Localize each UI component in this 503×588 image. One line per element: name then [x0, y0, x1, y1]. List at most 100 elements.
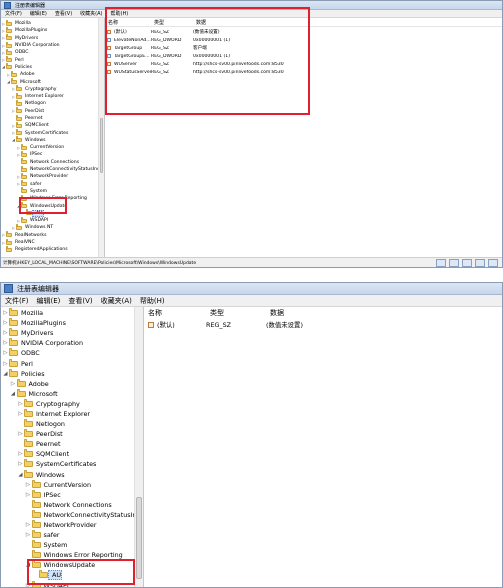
tree-node-network-connections[interactable]: Network Connections [1, 158, 104, 166]
tree-node-mydrivers[interactable]: ▷ MyDrivers [1, 328, 143, 338]
tree-node-mozillaplugins[interactable]: ▷ MozillaPlugins [1, 318, 143, 328]
column-name-header[interactable]: 名称 [144, 308, 210, 318]
value-row[interactable]: TargetGroup REG_SZ 客户端 [105, 44, 502, 52]
tree-node-microsoft[interactable]: ◢ Microsoft [1, 388, 143, 399]
expand-arrow-icon[interactable]: ▷ [2, 361, 9, 367]
column-type-header[interactable]: 类型 [154, 19, 196, 26]
tree-node-windows[interactable]: ◢ Windows [1, 469, 143, 480]
expand-arrow-icon[interactable]: ▷ [2, 350, 9, 356]
expand-arrow-icon[interactable]: ▷ [17, 431, 24, 437]
value-row[interactable]: ElevateNonAd... REG_DWORD 0x00000001 (1) [105, 36, 502, 44]
tree-node-mydrivers[interactable]: ▷ MyDrivers [1, 34, 104, 42]
tree-node-network-connections[interactable]: Network Connections [1, 499, 143, 510]
tree-node-realvnc[interactable]: ▷ RealVNC [1, 238, 104, 246]
value-row[interactable]: WUStatusServer REG_SZ http://shcs-sv00.pin… [105, 68, 502, 76]
column-data-header[interactable]: 数据 [196, 19, 346, 26]
column-data-header[interactable]: 数据 [270, 308, 420, 318]
collapse-arrow-icon[interactable]: ◢ [25, 562, 32, 568]
tree-scrollbar[interactable] [134, 307, 143, 587]
expand-arrow-icon[interactable]: ▷ [2, 330, 9, 336]
menu-help[interactable]: 帮助(H) [136, 296, 169, 306]
expand-arrow-icon[interactable]: ▷ [17, 411, 24, 417]
expand-arrow-icon[interactable]: ▷ [2, 340, 9, 346]
tree-node-windowsupdate[interactable]: ◢ WindowsUpdate [1, 560, 143, 570]
tree-node-odbc[interactable]: ▷ ODBC [1, 48, 104, 56]
value-row[interactable]: WUServer REG_SZ http://shcs-sv00.pinlivefo… [105, 60, 502, 68]
tree-scroll-thumb[interactable] [136, 497, 142, 579]
tree-node-nvidia-corporation[interactable]: ▷ NVIDIA Corporation [1, 338, 143, 348]
tree-node-windows-error-reporting[interactable]: Windows Error Reporting [1, 550, 143, 560]
tree-node-windows[interactable]: ◢ Windows [1, 136, 104, 144]
tree-node-peerdist[interactable]: ▷ PeerDist [1, 107, 104, 115]
expand-arrow-icon[interactable]: ▷ [17, 451, 24, 457]
collapse-arrow-icon[interactable]: ◢ [2, 371, 9, 377]
collapse-arrow-icon[interactable]: ◢ [10, 391, 17, 397]
expand-arrow-icon[interactable]: ▷ [25, 583, 32, 587]
value-row[interactable]: (默认) REG_SZ (数值未设置) [144, 319, 502, 330]
tree-node-netlogon[interactable]: Netlogon [1, 419, 143, 429]
menu-favorites[interactable]: 收藏夹(A) [76, 10, 106, 17]
tree-node-peerdist[interactable]: ▷ PeerDist [1, 429, 143, 439]
tree-node-ipsec[interactable]: ▷ IPSec [1, 489, 143, 500]
column-type-header[interactable]: 类型 [210, 308, 270, 318]
tree-node-windowsupdate[interactable]: ◢ WindowsUpdate [1, 202, 104, 209]
menu-view[interactable]: 查看(V) [64, 296, 96, 306]
tree-node-policies[interactable]: ◢ Policies [1, 368, 143, 379]
tree-node-currentversion[interactable]: ▷ CurrentVersion [1, 479, 143, 490]
expand-arrow-icon[interactable]: ▷ [2, 310, 9, 316]
expand-arrow-icon[interactable]: ▷ [25, 532, 32, 538]
tree-node-system[interactable]: System [1, 187, 104, 195]
tree-node-mozilla[interactable]: ▷ Mozilla [1, 308, 143, 318]
expand-arrow-icon[interactable]: ▷ [25, 482, 32, 488]
menu-view[interactable]: 查看(V) [51, 10, 76, 17]
tree-node-mozilla[interactable]: ▷ Mozilla [1, 19, 104, 27]
tree-node-wsdapi[interactable]: ▷ WSDAPI [1, 580, 143, 587]
menu-edit[interactable]: 编辑(E) [33, 296, 65, 306]
tree-node-networkprovider[interactable]: ▷ NetworkProvider [1, 520, 143, 530]
tree-node-adobe[interactable]: ▷ Adobe [1, 70, 104, 78]
tree-node-peernet[interactable]: Peernet [1, 439, 143, 449]
tree-node-mozillaplugins[interactable]: ▷ MozillaPlugins [1, 26, 104, 34]
tree-scroll-thumb[interactable] [100, 118, 103, 173]
tree-node-realnetworks[interactable]: ▷ RealNetworks [1, 231, 104, 239]
menu-file[interactable]: 文件(F) [1, 10, 26, 17]
tree-node-au[interactable]: AU [1, 209, 104, 217]
tree-node-networkconnectivitystatusind[interactable]: NetworkConnectivityStatusInd [1, 165, 104, 173]
tree-node-system[interactable]: System [1, 540, 143, 550]
value-row[interactable]: TargetGroupE... REG_DWORD 0x00000001 (1) [105, 52, 502, 60]
tree-node-networkprovider[interactable]: ▷ NetworkProvider [1, 172, 104, 180]
tree-scrollbar[interactable] [98, 18, 104, 257]
tree-node-cryptography[interactable]: ▷ Cryptography [1, 398, 143, 409]
tree-node-safer[interactable]: ▷ safer [1, 180, 104, 188]
collapse-arrow-icon[interactable]: ◢ [17, 472, 24, 478]
tree-node-sqmclient[interactable]: ▷ SQMClient [1, 449, 143, 459]
value-row[interactable]: (默认) REG_SZ (数值未设置) [105, 28, 502, 36]
menu-file[interactable]: 文件(F) [1, 296, 33, 306]
column-name-header[interactable]: 名称 [105, 19, 154, 26]
expand-arrow-icon[interactable]: ▷ [2, 320, 9, 326]
tree-node-windows-error-reporting[interactable]: Windows Error Reporting [1, 194, 104, 202]
menu-edit[interactable]: 编辑(E) [26, 10, 51, 17]
tree-node-perl[interactable]: ▷ Perl [1, 358, 143, 368]
menu-help[interactable]: 帮助(H) [107, 10, 133, 17]
tree-node-registeredapplications[interactable]: RegisteredApplications [1, 245, 104, 253]
tree-node-safer[interactable]: ▷ safer [1, 530, 143, 540]
expand-arrow-icon[interactable]: ▷ [10, 381, 17, 387]
menu-favorites[interactable]: 收藏夹(A) [97, 296, 136, 306]
expand-arrow-icon[interactable]: ▷ [25, 492, 32, 498]
expand-arrow-icon[interactable]: ▷ [25, 522, 32, 528]
tree-node-internet-explorer[interactable]: ▷ Internet Explorer [1, 408, 143, 419]
tree-node-systemcertificates[interactable]: ▷ SystemCertificates [1, 459, 143, 469]
tree-node-currentversion[interactable]: ▷ CurrentVersion [1, 143, 104, 151]
expand-arrow-icon[interactable]: ▷ [17, 461, 24, 467]
tree-node-perl[interactable]: ▷ Perl [1, 56, 104, 63]
expand-arrow-icon[interactable]: ▷ [17, 401, 24, 407]
tree-node-networkconnectivitystatusind[interactable]: NetworkConnectivityStatusInd [1, 509, 143, 520]
tree-node-adobe[interactable]: ▷ Adobe [1, 378, 143, 389]
tree-node-nvidia-corporation[interactable]: ▷ NVIDIA Corporation [1, 41, 104, 49]
tree-node-policies[interactable]: ◢ Policies [1, 63, 104, 71]
tree-node-odbc[interactable]: ▷ ODBC [1, 348, 143, 358]
tree-node-cryptography[interactable]: ▷ Cryptography [1, 85, 104, 93]
tree-node-ipsec[interactable]: ▷ IPSec [1, 150, 104, 158]
tree-node-au[interactable]: AU [1, 570, 143, 581]
